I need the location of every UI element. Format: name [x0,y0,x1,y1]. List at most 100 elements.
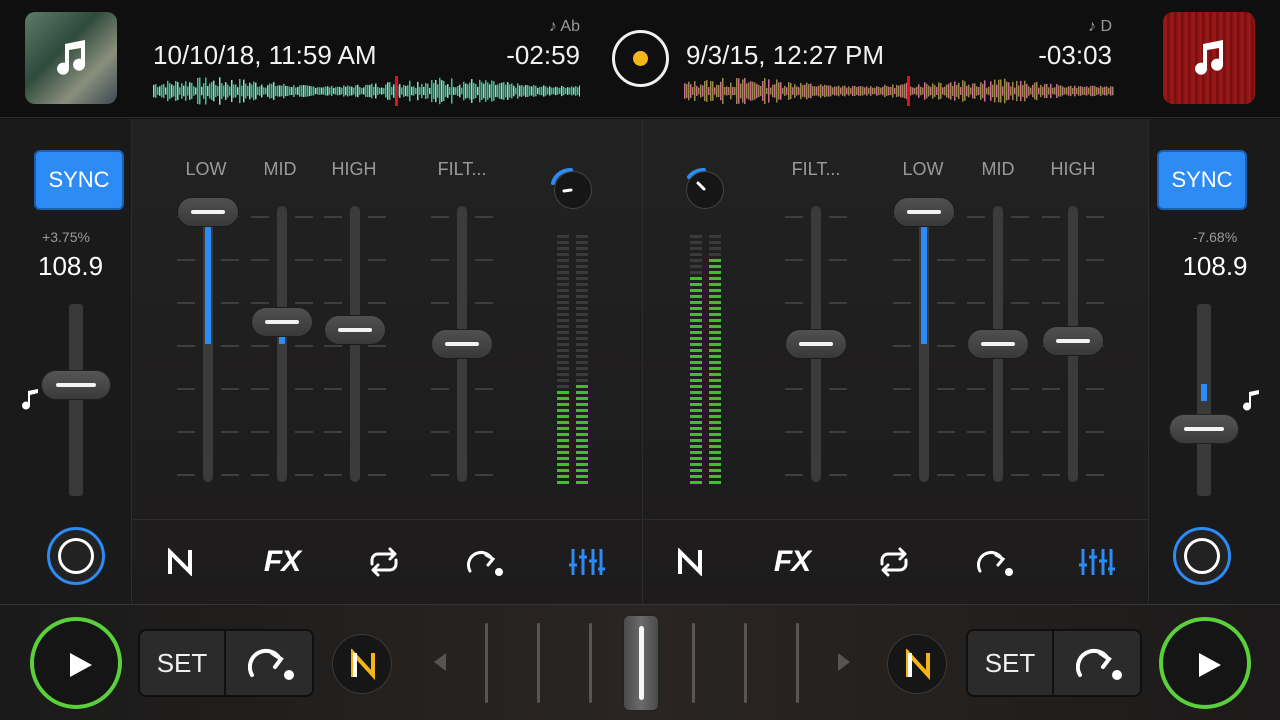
waveform-bar [161,84,163,98]
crossfader-thumb[interactable] [623,615,659,711]
waveform-bar [407,85,409,97]
deck-a-pitch-thumb[interactable] [41,369,111,400]
waveform-bar [555,86,557,96]
waveform-bar [898,85,900,97]
slider-tick [937,388,955,390]
deck-b-low-fill [921,211,927,344]
deck-b-sync-button[interactable]: SYNC [1157,150,1247,210]
deck-a-high-thumb[interactable] [324,315,386,346]
waveform-bar [515,87,517,95]
deck-b-n-button[interactable] [887,634,947,694]
waveform-bar [870,86,872,96]
deck-b-artwork[interactable] [1163,12,1255,104]
waveform-bar [816,86,818,96]
deck-b-filter-label: FILT... [791,159,841,179]
waveform-bar [193,86,195,96]
deck-b-gain-knob[interactable] [686,171,724,209]
waveform-bar [948,83,950,99]
slider-tick [368,388,386,390]
crossfader-right-arrow-icon[interactable] [836,651,852,673]
mixer-button[interactable] [1075,542,1119,582]
deck-a-sync-button[interactable]: SYNC [34,150,124,210]
waveform-bar [509,84,511,98]
waveform-bar [477,86,479,96]
deck-b-loop-button[interactable] [1173,527,1231,585]
loop-button[interactable] [872,542,916,582]
waveform-bar [784,86,786,96]
waveform-bar [954,81,956,101]
n-logo-button[interactable] [669,542,713,582]
deck-b-mid-thumb[interactable] [967,329,1029,359]
waveform-bar [247,85,249,97]
deck-b-low-thumb[interactable] [893,196,955,227]
meter-segment [557,439,569,442]
meter-segment [576,265,588,268]
slider-tick [967,302,985,304]
deck-a-artwork[interactable] [25,12,117,104]
deck-a-set-cue-button[interactable]: SET [140,631,226,695]
waveform-bar [207,85,209,97]
slider-tick [177,474,195,476]
deck-a-low-track[interactable] [203,206,213,482]
cue-jump-button[interactable] [974,542,1018,582]
waveform-bar [1080,86,1082,96]
deck-b-low-track[interactable] [919,206,929,482]
waveform-bar [241,85,243,97]
waveform-bar [563,86,565,96]
deck-b-play-button[interactable] [1159,617,1251,709]
n-logo-button[interactable] [159,542,203,582]
waveform-bar [934,85,936,97]
slider-tick [368,259,386,261]
fx-button[interactable]: FX [770,542,814,582]
waveform-bar [980,82,982,100]
waveform-bar [211,81,213,101]
app-logo-button[interactable] [612,30,669,87]
deck-a-gain-knob[interactable] [554,171,592,209]
crossfader-tick [744,623,747,703]
waveform-bar [1032,84,1034,98]
meter-segment [576,415,588,418]
waveform-bar [1084,86,1086,96]
deck-a-play-button[interactable] [30,617,122,709]
deck-a-mid-thumb[interactable] [251,306,313,337]
meter-segment [557,481,569,484]
meter-segment [709,337,721,340]
deck-a-mid-track[interactable] [277,206,287,482]
deck-b-pitch-thumb[interactable] [1169,413,1239,444]
deck-b-cue-jump-button[interactable] [1056,631,1140,695]
meter-segment [557,271,569,274]
deck-b-high-thumb[interactable] [1042,326,1104,357]
waveform-bar [153,84,155,98]
waveform-bar [1094,86,1096,96]
deck-b-pitch-slider-track[interactable] [1197,304,1211,496]
deck-a-cue-jump-button[interactable] [228,631,312,695]
cue-jump-button[interactable] [464,542,508,582]
loop-button[interactable] [362,542,406,582]
waveform-bar [806,82,808,100]
crossfader-left-arrow-icon[interactable] [432,651,448,673]
slider-tick [1042,431,1060,433]
deck-a-loop-button[interactable] [47,527,105,585]
waveform-bar [205,77,207,105]
meter-segment [576,373,588,376]
waveform-bar [1038,87,1040,95]
waveform-bar [357,84,359,98]
deck-a-low-thumb[interactable] [177,196,239,227]
waveform-bar [381,87,383,95]
deck-a-waveform[interactable] [153,76,580,106]
deck-b-filter-thumb[interactable] [785,329,847,359]
mixer-button[interactable] [565,542,609,582]
meter-segment [557,415,569,418]
fx-button[interactable]: FX [260,542,304,582]
deck-b-waveform[interactable] [684,76,1114,106]
waveform-bar [1042,86,1044,96]
deck-a-filter-thumb[interactable] [431,329,493,359]
waveform-bar [1104,86,1106,96]
waveform-bar [1066,87,1068,95]
waveform-bar [982,83,984,99]
deck-a-n-button[interactable] [332,634,392,694]
deck-b-set-cue-button[interactable]: SET [968,631,1054,695]
deck-a-pitch-slider-track[interactable] [69,304,83,496]
waveform-bar [523,86,525,96]
waveform-bar [273,82,275,100]
